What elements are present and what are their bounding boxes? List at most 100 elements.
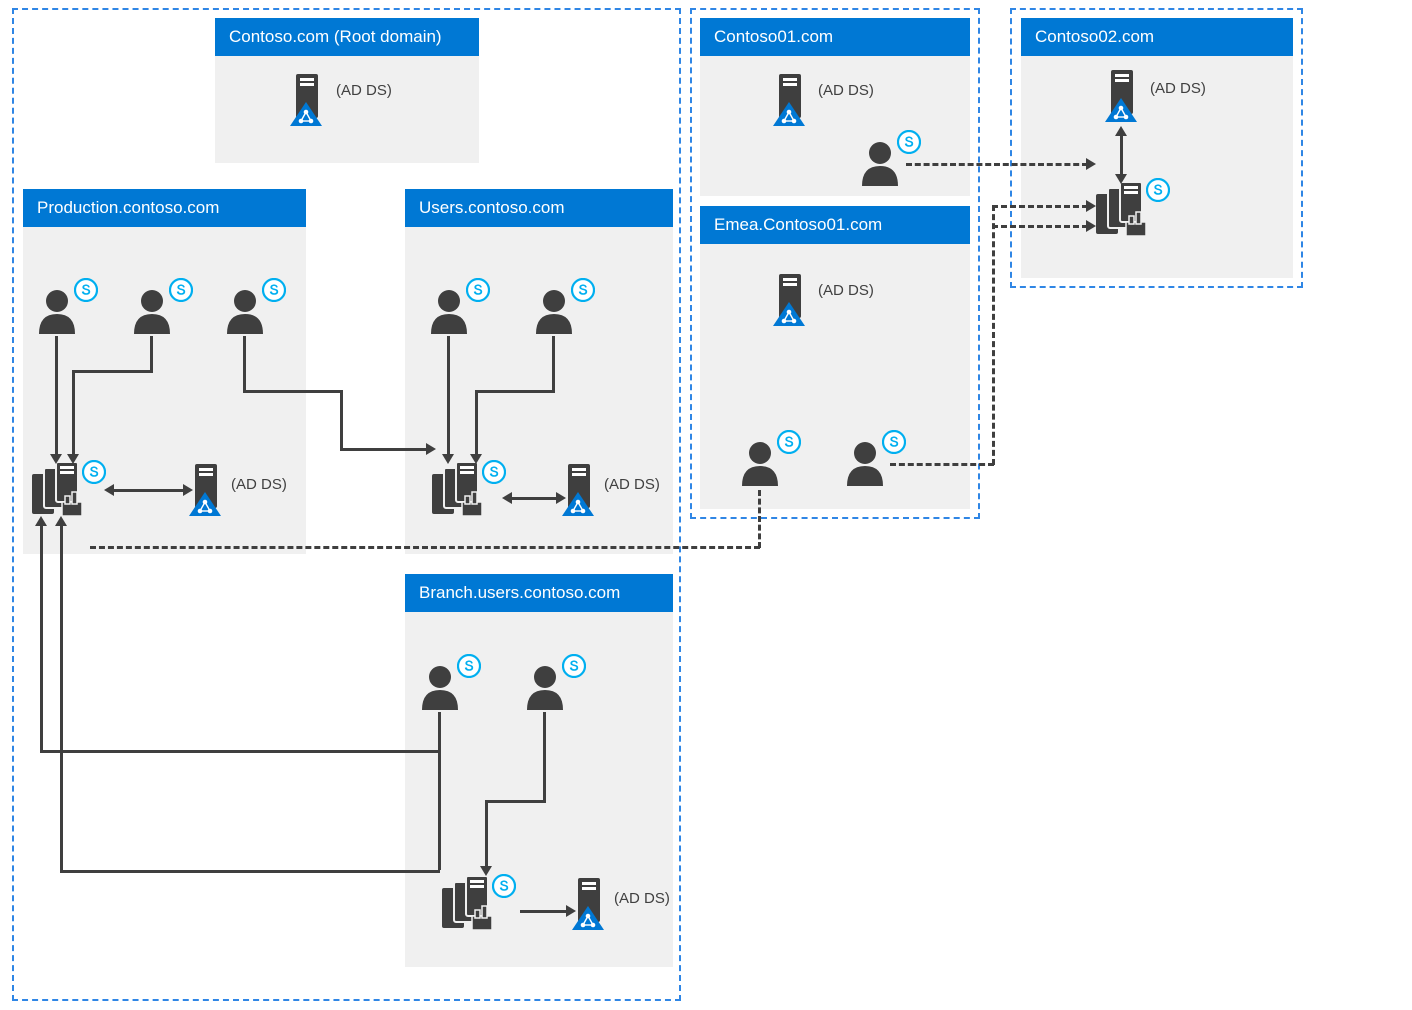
connector-dashed — [758, 490, 761, 548]
connector — [510, 497, 558, 500]
skype-icon — [897, 130, 921, 154]
skype-icon — [562, 654, 586, 678]
connector — [40, 750, 440, 753]
ad-label: (AD DS) — [614, 890, 670, 907]
user-icon — [35, 288, 79, 334]
skype-icon — [262, 278, 286, 302]
arrowhead-icon — [35, 516, 47, 526]
connector — [1120, 134, 1123, 176]
connector — [72, 370, 75, 456]
user-icon — [858, 140, 902, 186]
domain-root-title: Contoso.com (Root domain) — [215, 18, 479, 56]
connector-dashed — [906, 163, 1088, 166]
ad-label: (AD DS) — [818, 282, 874, 299]
connector — [485, 800, 546, 803]
domain-contoso02-title: Contoso02.com — [1021, 18, 1293, 56]
server-pool-icon — [1096, 182, 1148, 238]
domain-contoso02: Contoso02.com — [1021, 18, 1293, 278]
connector — [243, 336, 246, 392]
arrowhead-icon — [1115, 126, 1127, 136]
server-pool-icon — [442, 876, 494, 932]
skype-icon — [466, 278, 490, 302]
skype-icon — [777, 430, 801, 454]
arrowhead-icon — [183, 484, 193, 496]
user-icon — [523, 664, 567, 710]
domain-emea-title: Emea.Contoso01.com — [700, 206, 970, 244]
arrowhead-icon — [50, 454, 62, 464]
arrowhead-icon — [426, 443, 436, 455]
user-icon — [843, 440, 887, 486]
connector-dashed — [992, 205, 1088, 208]
user-icon — [130, 288, 174, 334]
connector — [55, 336, 58, 456]
domain-production-title: Production.contoso.com — [23, 189, 306, 227]
ad-server-icon — [1105, 68, 1139, 126]
user-icon — [223, 288, 267, 334]
skype-icon — [492, 874, 516, 898]
skype-icon — [169, 278, 193, 302]
connector — [552, 336, 555, 392]
arrowhead-icon — [502, 492, 512, 504]
skype-icon — [882, 430, 906, 454]
connector — [475, 390, 555, 393]
arrowhead-icon — [470, 454, 482, 464]
connector — [520, 910, 568, 913]
skype-icon — [1146, 178, 1170, 202]
connector — [40, 524, 43, 753]
user-icon — [532, 288, 576, 334]
ad-server-icon — [773, 72, 807, 130]
user-icon — [427, 288, 471, 334]
server-pool-icon — [432, 462, 484, 518]
domain-branch-title: Branch.users.contoso.com — [405, 574, 673, 612]
ad-server-icon — [562, 462, 596, 520]
connector — [475, 390, 478, 456]
ad-label: (AD DS) — [818, 82, 874, 99]
ad-label: (AD DS) — [1150, 80, 1206, 97]
connector — [60, 870, 440, 873]
connector-dashed — [992, 205, 995, 465]
ad-server-icon — [773, 272, 807, 330]
domain-users-title: Users.contoso.com — [405, 189, 673, 227]
skype-icon — [482, 460, 506, 484]
arrowhead-icon — [480, 866, 492, 876]
connector-dashed — [90, 546, 760, 549]
connector — [340, 448, 430, 451]
user-icon — [738, 440, 782, 486]
connector — [340, 390, 343, 450]
server-pool-icon — [32, 462, 84, 518]
connector — [447, 336, 450, 456]
arrowhead-icon — [67, 454, 79, 464]
ad-server-icon — [572, 876, 606, 934]
arrowhead-icon — [104, 484, 114, 496]
ad-label: (AD DS) — [336, 82, 392, 99]
ad-server-icon — [189, 462, 223, 520]
arrowhead-icon — [1086, 200, 1096, 212]
ad-label: (AD DS) — [231, 476, 287, 493]
arrowhead-icon — [55, 516, 67, 526]
connector-dashed — [992, 225, 1088, 228]
connector — [543, 712, 546, 802]
ad-server-icon — [290, 72, 324, 130]
arrowhead-icon — [1115, 174, 1127, 184]
domain-contoso01-title: Contoso01.com — [700, 18, 970, 56]
arrowhead-icon — [566, 905, 576, 917]
arrowhead-icon — [556, 492, 566, 504]
arrowhead-icon — [1086, 158, 1096, 170]
connector — [72, 370, 153, 373]
connector — [485, 800, 488, 868]
connector-dashed — [890, 463, 994, 466]
arrowhead-icon — [442, 454, 454, 464]
skype-icon — [457, 654, 481, 678]
connector — [112, 489, 185, 492]
arrowhead-icon — [1086, 220, 1096, 232]
ad-label: (AD DS) — [604, 476, 660, 493]
skype-icon — [74, 278, 98, 302]
connector — [438, 712, 441, 753]
domain-contoso01: Contoso01.com — [700, 18, 970, 196]
connector — [60, 524, 63, 873]
connector — [150, 336, 153, 372]
user-icon — [418, 664, 462, 710]
skype-icon — [571, 278, 595, 302]
connector — [243, 390, 343, 393]
skype-icon — [82, 460, 106, 484]
